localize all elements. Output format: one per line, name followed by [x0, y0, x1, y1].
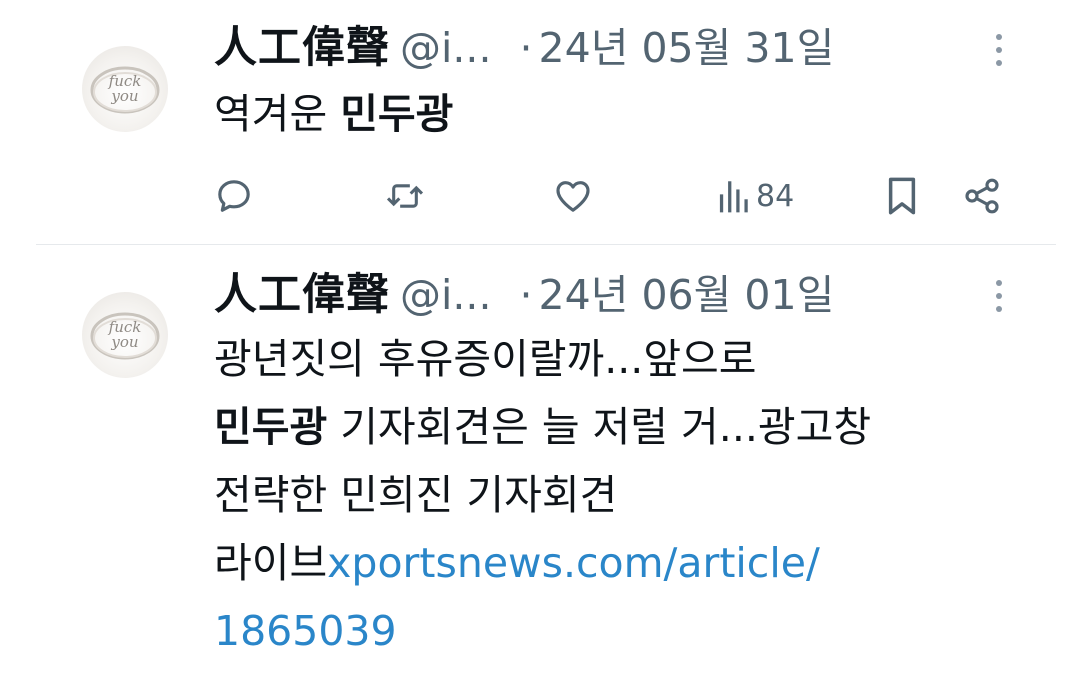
author-handle[interactable]: @i... — [400, 24, 492, 72]
like-button[interactable] — [552, 168, 594, 224]
tweet-header: 人工偉聲 @i... · 24년 06월 01일 — [214, 265, 834, 325]
ring-avatar-image: fuck you — [90, 312, 160, 360]
views-count: 84 — [756, 178, 795, 214]
views-bar-chart-icon — [719, 181, 748, 213]
tweet-text: 광년짓의 후유증이랄까...앞으로 민두광 기자회견은 늘 저럴 거...광고창… — [214, 325, 1034, 665]
tweet-line-3: 전략한 민희진 기자회견 — [214, 471, 618, 519]
tweet-header: 人工偉聲 @i... · 24년 05월 31일 — [214, 18, 834, 78]
svg-text:you: you — [110, 333, 138, 351]
more-options-icon[interactable] — [992, 34, 1006, 74]
tweet-text-plain: 역겨운 — [214, 90, 341, 138]
article-link[interactable]: xportsnews.com/article/ — [327, 539, 820, 587]
avatar[interactable]: fuck you — [82, 46, 168, 132]
separator-dot: · — [519, 271, 533, 319]
author-name[interactable]: 人工偉聲 — [214, 270, 390, 320]
tweet-line-5: 1865039 — [214, 597, 1034, 665]
avatar[interactable]: fuck you — [82, 292, 168, 378]
bookmark-button[interactable] — [884, 168, 920, 224]
tweet-text: 역겨운 민두광 — [214, 80, 1034, 148]
reply-button[interactable] — [214, 168, 254, 224]
tweet-line-4: 라이브xportsnews.com/article/ — [214, 529, 1034, 597]
article-link-continued[interactable]: 1865039 — [214, 607, 397, 655]
share-button[interactable] — [962, 168, 1002, 224]
heart-icon — [556, 181, 590, 212]
tweet-text-bold: 민두광 — [340, 90, 454, 138]
tweet-line-2: 민두광 기자회견은 늘 저럴 거...광고창 — [214, 393, 1034, 461]
retweet-icon — [386, 184, 424, 208]
separator-dot: · — [519, 24, 533, 72]
tweet-line-1: 광년짓의 후유증이랄까...앞으로 — [214, 335, 757, 383]
more-options-icon[interactable] — [992, 280, 1006, 320]
tweet-text-plain: 기자회견은 늘 저럴 거...광고창 — [327, 403, 872, 451]
tweet-actions: 84 — [0, 168, 1080, 224]
tweet-text-bold: 민두광 — [214, 403, 328, 451]
tweet-date[interactable]: 24년 05월 31일 — [539, 24, 835, 72]
tweet-date[interactable]: 24년 06월 01일 — [539, 271, 835, 319]
ring-avatar-image: fuck you — [90, 66, 160, 114]
views-button[interactable]: 84 — [716, 168, 794, 224]
retweet-button[interactable] — [384, 168, 426, 224]
tweet-1[interactable]: fuck you 人工偉聲 @i... · 24년 05월 31일 역겨운 민두광 — [0, 0, 1080, 244]
author-name[interactable]: 人工偉聲 — [214, 23, 390, 73]
reply-icon — [218, 180, 250, 212]
author-handle[interactable]: @i... — [400, 271, 492, 319]
svg-text:you: you — [110, 87, 138, 105]
tweet-text-plain: 라이브 — [214, 539, 328, 587]
share-icon — [965, 178, 999, 214]
bookmark-icon — [888, 177, 916, 215]
tweet-2[interactable]: fuck you 人工偉聲 @i... · 24년 06월 01일 광년짓의 후유증이… — [0, 245, 1080, 691]
